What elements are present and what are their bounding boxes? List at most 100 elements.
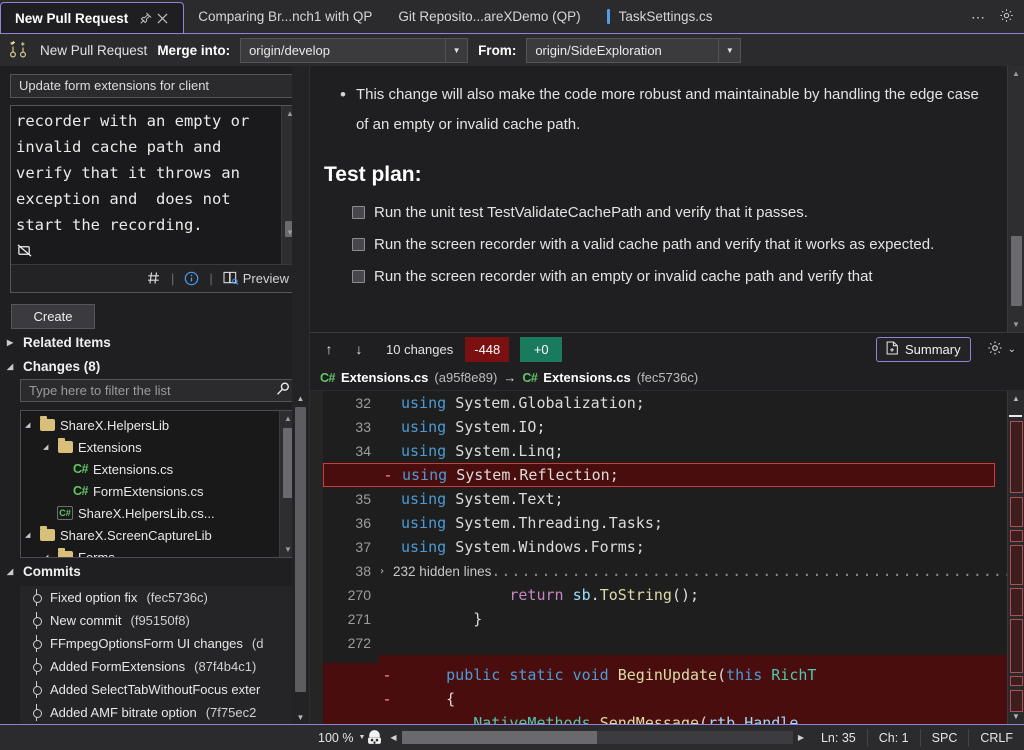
search-icon[interactable]	[276, 382, 290, 399]
line-ending-indicator[interactable]: CRLF	[968, 729, 1024, 746]
tab-new-pull-request[interactable]: New Pull Request	[0, 2, 185, 33]
line-number: 34	[355, 443, 371, 459]
preview-scrollbar[interactable]: ▲ ▼	[1007, 66, 1024, 332]
scrollbar-thumb[interactable]	[401, 731, 597, 744]
scrollbar-thumb[interactable]	[295, 407, 306, 692]
list-item[interactable]: FFmpegOptionsForm UI changes (d	[20, 632, 297, 655]
pr-description-area[interactable]: recorder with an empty or invalid cache …	[11, 105, 298, 264]
previous-change-button[interactable]: ↑	[316, 337, 342, 361]
scroll-right-icon[interactable]: ▶	[798, 733, 804, 742]
scroll-down-icon[interactable]: ▼	[1008, 709, 1024, 724]
scroll-down-icon[interactable]: ▼	[292, 710, 309, 724]
checkbox-icon[interactable]	[352, 206, 365, 219]
create-button[interactable]: Create	[11, 303, 95, 330]
gear-icon[interactable]	[999, 8, 1014, 25]
changes-filter-input[interactable]: Type here to filter the list	[20, 379, 297, 403]
column-indicator[interactable]: Ch: 1	[866, 729, 920, 746]
change-marker-block[interactable]	[1010, 545, 1023, 585]
chevron-down-icon[interactable]: ▼	[358, 734, 365, 741]
code-scrollbar[interactable]: ▲ ▼	[1007, 391, 1024, 724]
change-marker-block[interactable]	[1010, 497, 1023, 527]
commits-section[interactable]: ◢ Commits	[0, 558, 309, 582]
gear-icon[interactable]	[987, 340, 1003, 359]
list-item[interactable]: Added AMF bitrate option (7f75ec2	[20, 701, 297, 724]
code-line: 270 return sb.ToString();	[323, 583, 1007, 607]
preview-button[interactable]: Preview	[220, 270, 292, 287]
summary-button[interactable]: Summary	[875, 336, 971, 362]
close-icon[interactable]	[154, 10, 171, 27]
tab-task-settings-cs[interactable]: TaskSettings.cs	[593, 0, 725, 33]
folder-icon	[40, 526, 55, 542]
list-item[interactable]: Fixed option fix (fec5736c)	[20, 586, 297, 609]
removed-block-spacer	[379, 655, 1007, 663]
tree-row[interactable]: C# ShareX.HelpersLib.cs...	[21, 502, 279, 524]
sidebar-scrollbar[interactable]: ▲ ▼	[292, 66, 309, 724]
preview-content: • This change will also make the code mo…	[310, 66, 1007, 332]
code-line-collapsed[interactable]: 38 › 232 hidden lines ..................…	[323, 559, 1007, 583]
from-dropdown[interactable]: origin/SideExploration ▼	[526, 37, 742, 63]
list-item[interactable]: Added FormExtensions (87f4b4c1)	[20, 655, 297, 678]
csharp-file-icon: C#	[73, 462, 88, 477]
scroll-left-icon[interactable]: ◀	[390, 733, 396, 742]
merge-into-dropdown[interactable]: origin/develop ▼	[240, 37, 469, 63]
chevron-down-icon[interactable]: ◢	[25, 421, 35, 429]
list-item[interactable]: New commit (f95150f8)	[20, 609, 297, 632]
code-text: using System.Reflection;	[402, 466, 619, 484]
source-control-icon[interactable]	[365, 729, 384, 746]
overflow-icon[interactable]: ⋯	[971, 10, 985, 24]
pin-icon[interactable]	[137, 10, 154, 27]
folder-icon	[58, 548, 73, 557]
preview-heading: Test plan:	[324, 163, 422, 186]
tree-row[interactable]: ◢ ShareX.HelpersLib	[21, 414, 279, 436]
tree-row[interactable]: ◢ Forms	[21, 546, 279, 557]
right-file-name: Extensions.cs	[543, 370, 631, 385]
chevron-down-icon: ◢	[7, 567, 14, 576]
indentation-indicator[interactable]: SPC	[919, 729, 969, 746]
scroll-up-icon[interactable]: ▲	[1008, 391, 1024, 406]
commit-message: Added FormExtensions	[50, 659, 186, 674]
diff-settings[interactable]: ⌄	[987, 340, 1016, 359]
chevron-down-icon[interactable]: ◢	[43, 553, 53, 557]
horizontal-scrollbar[interactable]: ◀ ▶	[384, 731, 810, 744]
chevron-down-icon[interactable]: ⌄	[1008, 344, 1016, 355]
related-items-section[interactable]: ▶ Related Items	[0, 329, 309, 353]
line-indicator[interactable]: Ln: 35	[810, 729, 867, 746]
tree-row[interactable]: C# FormExtensions.cs	[21, 480, 279, 502]
changed-files-tree[interactable]: ◢ ShareX.HelpersLib ◢ Extensions C# Exte…	[20, 410, 297, 558]
pr-title-input[interactable]: Update form extensions for client	[10, 74, 299, 98]
line-number: 37	[355, 539, 371, 555]
scrollbar-thumb[interactable]	[1011, 236, 1022, 306]
markdown-icon[interactable]	[144, 270, 164, 286]
tree-row[interactable]: ◢ ShareX.ScreenCaptureLib	[21, 524, 279, 546]
zoom-control[interactable]: 100 % ▼	[310, 731, 365, 745]
change-marker-block[interactable]	[1010, 619, 1023, 673]
line-number: 36	[355, 515, 371, 531]
chevron-down-icon[interactable]: ▼	[445, 38, 467, 62]
checkbox-icon[interactable]	[352, 270, 365, 283]
next-change-button[interactable]: ↓	[346, 337, 372, 361]
scroll-up-icon[interactable]: ▲	[292, 391, 309, 405]
chevron-right-icon[interactable]: ›	[379, 566, 393, 577]
tab-git-repository[interactable]: Git Reposito...areXDemo (QP)	[384, 0, 592, 33]
list-item[interactable]: Added SelectTabWithoutFocus exter	[20, 678, 297, 701]
tree-row[interactable]: C# Extensions.cs	[21, 458, 279, 480]
filter-placeholder: Type here to filter the list	[29, 383, 171, 399]
commits-list: Fixed option fix (fec5736c) New commit (…	[20, 586, 297, 724]
change-marker-block[interactable]	[1010, 530, 1023, 542]
changes-section[interactable]: ◢ Changes (8)	[0, 353, 309, 377]
info-icon[interactable]	[181, 270, 202, 287]
chevron-down-icon[interactable]: ▼	[718, 38, 740, 62]
scrollbar-track[interactable]	[401, 731, 793, 744]
change-marker-block[interactable]	[1010, 588, 1023, 616]
chevron-down-icon[interactable]: ◢	[43, 443, 53, 451]
tree-row[interactable]: ◢ Extensions	[21, 436, 279, 458]
change-marker-block[interactable]	[1010, 421, 1023, 493]
scroll-down-icon[interactable]: ▼	[1008, 317, 1024, 332]
checkbox-icon[interactable]	[352, 238, 365, 251]
change-marker-block[interactable]	[1010, 676, 1023, 686]
diff-code-area[interactable]: 32 using System.Globalization; 33 using …	[310, 391, 1024, 724]
chevron-down-icon[interactable]: ◢	[25, 531, 35, 539]
scroll-up-icon[interactable]: ▲	[1008, 66, 1024, 81]
code-line: 37 using System.Windows.Forms;	[323, 535, 1007, 559]
tab-comparing-branches[interactable]: Comparing Br...nch1 with QP	[184, 0, 384, 33]
